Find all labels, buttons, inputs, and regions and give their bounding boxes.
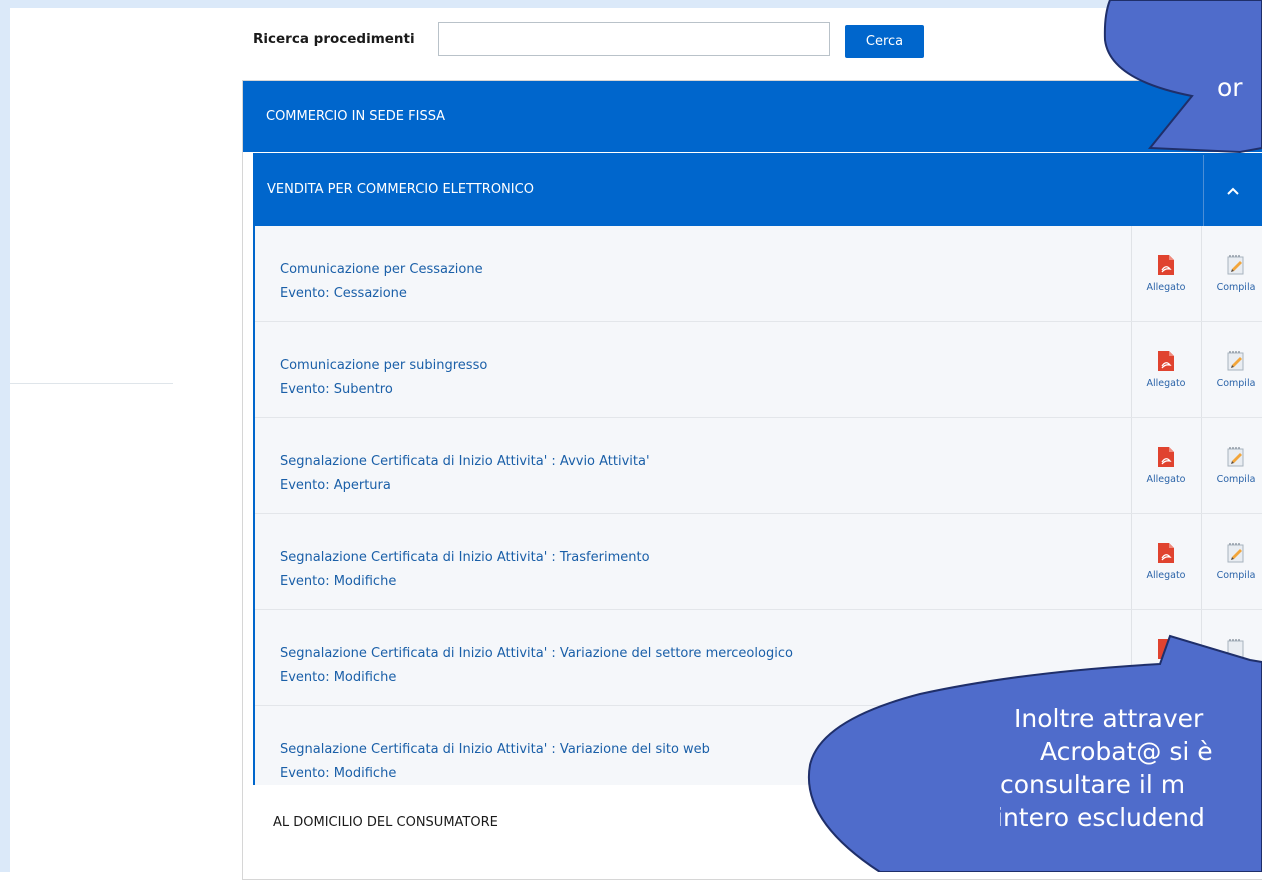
procedure-title-link[interactable]: Segnalazione Certificata di Inizio Attiv…	[280, 454, 650, 469]
subcategory-panel: VENDITA PER COMMERCIO ELETTRONICO Comuni…	[253, 153, 1262, 802]
callout-line: Inoltre attraver	[1014, 704, 1204, 733]
pdf-icon	[1158, 447, 1174, 467]
procedure-title-link[interactable]: Comunicazione per Cessazione	[280, 262, 483, 277]
column-divider	[1201, 226, 1202, 321]
callout-line: intero escludend	[1000, 803, 1205, 832]
procedure-event-link[interactable]: Evento: Modifiche	[280, 670, 396, 685]
procedure-row: Segnalazione Certificata di Inizio Attiv…	[255, 610, 1262, 706]
procedure-row: Segnalazione Certificata di Inizio Attiv…	[255, 514, 1262, 610]
pdf-icon	[1158, 543, 1174, 563]
compila-button[interactable]	[1203, 638, 1262, 688]
procedure-event-link[interactable]: Evento: Subentro	[280, 382, 393, 397]
callout-line: consultare il m	[1000, 770, 1186, 799]
procedure-row: Comunicazione per subingresso Evento: Su…	[255, 322, 1262, 418]
compila-button[interactable]: Compila	[1203, 446, 1262, 496]
callout-line: Acrobat@ si è	[1040, 737, 1213, 766]
pdf-icon	[1158, 639, 1174, 659]
notepad-pencil-icon	[1227, 543, 1244, 563]
notepad-pencil-icon	[1227, 447, 1244, 467]
column-divider	[1131, 226, 1132, 321]
top-frame	[0, 0, 1262, 8]
next-category-title: AL DOMICILIO DEL CONSUMATORE	[273, 815, 498, 830]
pdf-icon	[1158, 255, 1174, 275]
column-divider	[1201, 610, 1202, 705]
column-divider	[1131, 514, 1132, 609]
allegato-button[interactable]: Allegato	[1133, 350, 1199, 400]
chevron-up-icon[interactable]	[1223, 181, 1243, 201]
allegato-button[interactable]	[1133, 638, 1199, 688]
allegato-button[interactable]: Allegato	[1133, 542, 1199, 592]
bottom-callout: Inoltre attraver Acrobat@ si è consultar…	[1000, 698, 1262, 872]
procedure-event-link[interactable]: Evento: Apertura	[280, 478, 391, 493]
procedure-title-link[interactable]: Comunicazione per subingresso	[280, 358, 487, 373]
notepad-pencil-icon	[1227, 639, 1244, 659]
procedure-title-link[interactable]: Segnalazione Certificata di Inizio Attiv…	[280, 550, 650, 565]
top-callout-text: or	[1217, 73, 1243, 102]
allegato-label: Allegato	[1146, 570, 1186, 581]
compila-label: Compila	[1216, 570, 1256, 581]
notepad-pencil-icon	[1227, 255, 1244, 275]
column-divider	[1131, 418, 1132, 513]
search-label: Ricerca procedimenti	[253, 31, 415, 47]
category-header[interactable]: COMMERCIO IN SEDE FISSA	[243, 81, 1262, 152]
left-divider	[10, 383, 173, 384]
allegato-label: Allegato	[1146, 378, 1186, 389]
compila-label: Compila	[1216, 282, 1256, 293]
search-input[interactable]	[438, 22, 830, 56]
search-button[interactable]: Cerca	[845, 25, 924, 58]
subcategory-title: VENDITA PER COMMERCIO ELETTRONICO	[267, 182, 534, 197]
left-frame	[0, 0, 10, 872]
subcategory-header[interactable]: VENDITA PER COMMERCIO ELETTRONICO	[255, 155, 1262, 226]
column-divider	[1131, 322, 1132, 417]
procedure-event-link[interactable]: Evento: Modifiche	[280, 574, 396, 589]
column-divider	[1201, 514, 1202, 609]
header-divider	[1203, 155, 1204, 226]
compila-label: Compila	[1216, 378, 1256, 389]
notepad-pencil-icon	[1227, 351, 1244, 371]
procedure-event-link[interactable]: Evento: Modifiche	[280, 766, 396, 781]
column-divider	[1131, 610, 1132, 705]
compila-button[interactable]: Compila	[1203, 542, 1262, 592]
procedure-row: Comunicazione per Cessazione Evento: Ces…	[255, 226, 1262, 322]
compila-button[interactable]: Compila	[1203, 350, 1262, 400]
allegato-label: Allegato	[1146, 474, 1186, 485]
pdf-icon	[1158, 351, 1174, 371]
allegato-button[interactable]: Allegato	[1133, 446, 1199, 496]
category-title: COMMERCIO IN SEDE FISSA	[266, 109, 446, 124]
procedure-row: Segnalazione Certificata di Inizio Attiv…	[255, 418, 1262, 514]
procedure-title-link[interactable]: Segnalazione Certificata di Inizio Attiv…	[280, 742, 710, 757]
procedure-event-link[interactable]: Evento: Cessazione	[280, 286, 407, 301]
allegato-button[interactable]: Allegato	[1133, 254, 1199, 304]
compila-label: Compila	[1216, 474, 1256, 485]
compila-button[interactable]: Compila	[1203, 254, 1262, 304]
allegato-label: Allegato	[1146, 282, 1186, 293]
column-divider	[1201, 322, 1202, 417]
procedure-title-link[interactable]: Segnalazione Certificata di Inizio Attiv…	[280, 646, 793, 661]
column-divider	[1201, 418, 1202, 513]
